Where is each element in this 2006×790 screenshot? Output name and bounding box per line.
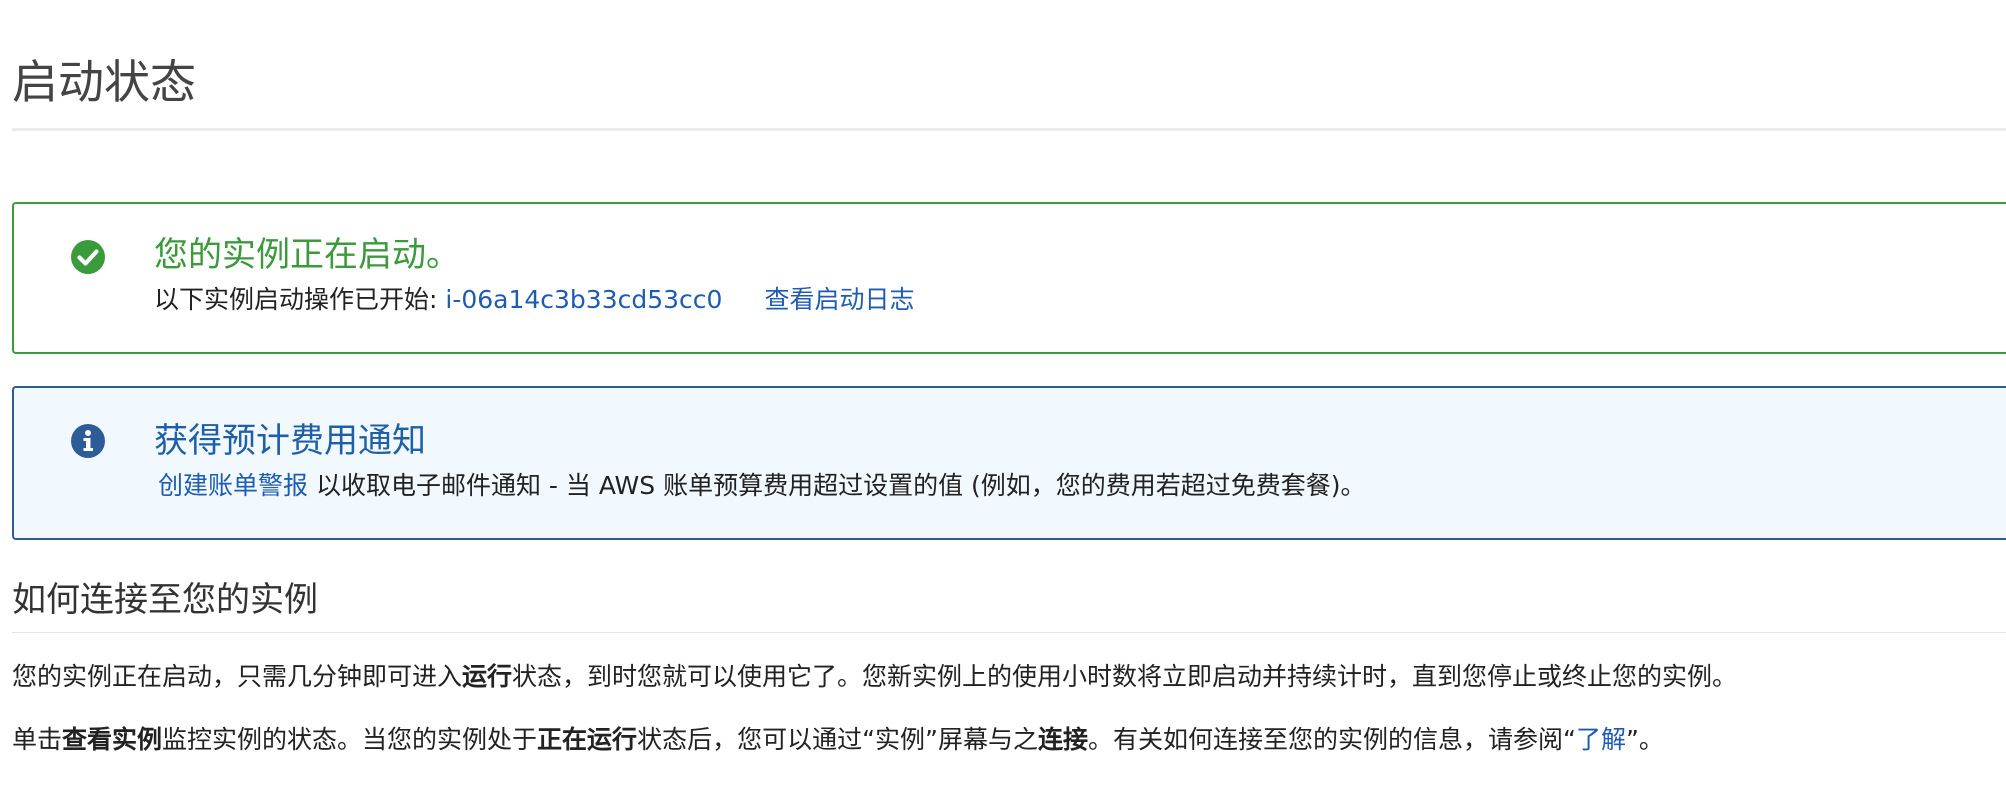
para2-text-5: ”。 xyxy=(1625,725,1664,754)
success-alert: 您的实例正在启动。 以下实例启动操作已开始: i-06a14c3b33cd53c… xyxy=(12,202,2006,354)
info-alert-message: 创建账单警报 以收取电子邮件通知 - 当 AWS 账单预算费用超过设置的值 (例… xyxy=(158,468,1366,504)
info-alert-heading: 获得预计费用通知 xyxy=(154,421,426,461)
create-billing-alert-link[interactable]: 创建账单警报 xyxy=(158,471,308,500)
connect-paragraph-1: 您的实例正在启动，只需几分钟即可进入运行状态，到时您就可以使用它了。您新实例上的… xyxy=(12,659,1737,695)
para1-text-1: 您的实例正在启动，只需几分钟即可进入 xyxy=(12,662,463,691)
view-instances-label: 查看实例 xyxy=(62,725,163,754)
info-alert: 获得预计费用通知 创建账单警报 以收取电子邮件通知 - 当 AWS 账单预算费用… xyxy=(12,386,2006,540)
billing-alert-description: 以收取电子邮件通知 - 当 AWS 账单预算费用超过设置的值 (例如，您的费用若… xyxy=(308,471,1366,500)
para2-text-3: 状态后，您可以通过“实例”屏幕与之 xyxy=(637,725,1038,754)
page-title: 启动状态 xyxy=(12,55,196,109)
check-circle-icon xyxy=(70,239,106,275)
success-alert-message: 以下实例启动操作已开始: i-06a14c3b33cd53cc0 查看启动日志 xyxy=(154,282,914,318)
launch-status-page: 启动状态 您的实例正在启动。 以下实例启动操作已开始: i-06a14c3b33… xyxy=(0,0,2006,790)
launch-started-label: 以下实例启动操作已开始: xyxy=(154,285,446,314)
connect-paragraph-2: 单击查看实例监控实例的状态。当您的实例处于正在运行状态后，您可以通过“实例”屏幕… xyxy=(12,722,1664,758)
learn-more-link[interactable]: 了解 xyxy=(1576,725,1626,754)
connect-label: 连接 xyxy=(1037,725,1088,754)
connect-section-heading: 如何连接至您的实例 xyxy=(12,580,318,620)
success-alert-heading: 您的实例正在启动。 xyxy=(154,235,460,275)
para2-text-2: 监控实例的状态。当您的实例处于 xyxy=(162,725,538,754)
section-divider xyxy=(12,632,2006,633)
running-state-label: 运行 xyxy=(462,662,513,691)
para1-text-2: 状态，到时您就可以使用它了。您新实例上的使用小时数将立即启动并持续计时，直到您停… xyxy=(512,662,1738,691)
title-divider xyxy=(12,128,2006,131)
running-label: 正在运行 xyxy=(537,725,638,754)
info-circle-icon xyxy=(70,423,106,459)
instance-id-link[interactable]: i-06a14c3b33cd53cc0 xyxy=(445,285,722,314)
view-launch-log-link[interactable]: 查看启动日志 xyxy=(764,285,914,314)
para2-text-4: 。有关如何连接至您的实例的信息，请参阅“ xyxy=(1087,725,1576,754)
para2-text-1: 单击 xyxy=(12,725,63,754)
